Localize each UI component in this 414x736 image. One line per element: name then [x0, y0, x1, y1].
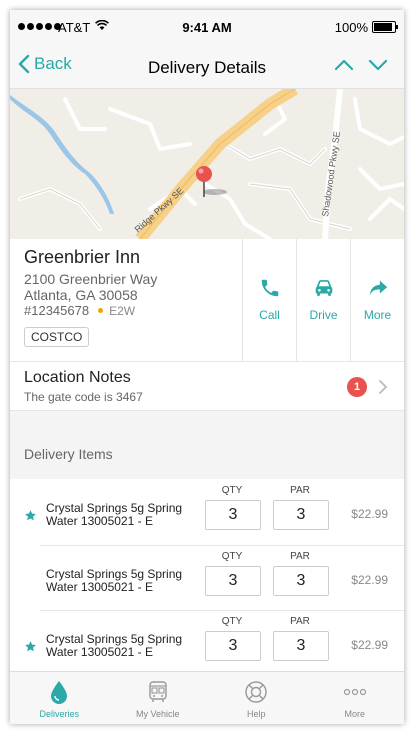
item-name: Crystal Springs 5g Spring Water 13005021…	[46, 501, 183, 528]
notes-preview: The gate code is 3467	[24, 390, 143, 404]
tab-bar: Deliveries My Vehicle Help More	[10, 671, 404, 724]
item-name: Crystal Springs 5g Spring Water 13005021…	[46, 567, 183, 594]
item-price: $22.99	[351, 507, 388, 521]
qty-input[interactable]: 3	[205, 566, 261, 596]
navigation-bar: Back Delivery Details	[10, 46, 404, 89]
chevron-up-icon	[334, 59, 354, 71]
notes-count-badge: 1	[347, 377, 367, 397]
item-name: Crystal Springs 5g Spring Water 13005021…	[46, 632, 183, 659]
customer-tag: COSTCO	[24, 327, 90, 347]
tab-label: More	[344, 709, 365, 719]
action-buttons: Call Drive More	[242, 239, 404, 361]
notes-title: Location Notes	[24, 369, 131, 386]
more-label: More	[363, 308, 392, 322]
delivery-item-row[interactable]: Crystal Springs 5g Spring Water 13005021…	[10, 611, 404, 677]
phone-icon	[261, 279, 278, 297]
account-info: #12345678 E2W	[24, 303, 135, 318]
address-line-2: Atlanta, GA 30058	[24, 287, 138, 303]
battery-percent: 100%	[334, 20, 368, 35]
more-actions-button[interactable]: More	[350, 239, 404, 361]
route-dot-icon	[98, 308, 104, 313]
delivery-items-header: Delivery Items	[24, 446, 113, 462]
call-button[interactable]: Call	[242, 239, 296, 361]
tab-label: My Vehicle	[135, 709, 180, 719]
drive-button[interactable]: Drive	[296, 239, 350, 361]
tab-label: Help	[246, 709, 266, 719]
tab-help[interactable]: Help	[207, 672, 306, 724]
status-bar: AT&T 9:41 AM 100%	[10, 10, 404, 46]
star-icon	[25, 641, 36, 652]
car-icon	[315, 280, 332, 296]
previous-delivery-button[interactable]	[334, 58, 354, 77]
par-label: PAR	[290, 551, 310, 562]
delivery-item-row[interactable]: Crystal Springs 5g Spring Water 13005021…	[10, 546, 404, 612]
lifebuoy-icon	[245, 681, 267, 703]
route-code: E2W	[109, 303, 136, 318]
delivery-item-row[interactable]: Crystal Springs 5g Spring Water 13005021…	[10, 480, 404, 546]
phone-screen: AT&T 9:41 AM 100% Back Delivery Details	[10, 10, 404, 724]
par-input[interactable]: 3	[273, 631, 329, 661]
location-notes-row[interactable]: Location Notes The gate code is 3467 1	[10, 362, 404, 411]
ellipsis-icon	[343, 688, 366, 696]
qty-input[interactable]: 3	[205, 631, 261, 661]
par-label: PAR	[290, 616, 310, 627]
par-input[interactable]: 3	[273, 500, 329, 530]
item-price: $22.99	[351, 638, 388, 652]
tab-more[interactable]: More	[306, 672, 405, 724]
bus-icon	[149, 681, 167, 702]
delivery-items-header-band	[10, 411, 404, 479]
next-delivery-button[interactable]	[368, 58, 388, 77]
par-label: PAR	[290, 485, 310, 496]
location-info: Greenbrier Inn 2100 Greenbrier Way Atlan…	[10, 239, 404, 362]
qty-label: QTY	[221, 616, 243, 627]
call-label: Call	[259, 308, 280, 322]
chevron-down-icon	[368, 59, 388, 71]
tab-label: Deliveries	[39, 709, 79, 719]
item-price: $22.99	[351, 573, 388, 587]
qty-label: QTY	[221, 551, 243, 562]
location-map[interactable]: Ridge Pkwy SE Shadowood Pkwy SE	[10, 89, 404, 239]
share-arrow-icon	[369, 280, 387, 296]
qty-label: QTY	[221, 485, 243, 496]
tab-my-vehicle[interactable]: My Vehicle	[109, 672, 208, 724]
account-number: #12345678	[24, 303, 90, 318]
star-icon	[25, 510, 36, 521]
drive-label: Drive	[309, 308, 338, 322]
water-drop-icon	[51, 681, 68, 704]
qty-input[interactable]: 3	[205, 500, 261, 530]
battery-icon	[372, 21, 398, 33]
chevron-right-icon	[379, 380, 387, 394]
address-line-1: 2100 Greenbrier Way	[24, 271, 158, 287]
location-name: Greenbrier Inn	[24, 247, 141, 267]
tab-deliveries[interactable]: Deliveries	[10, 672, 109, 724]
par-input[interactable]: 3	[273, 566, 329, 596]
